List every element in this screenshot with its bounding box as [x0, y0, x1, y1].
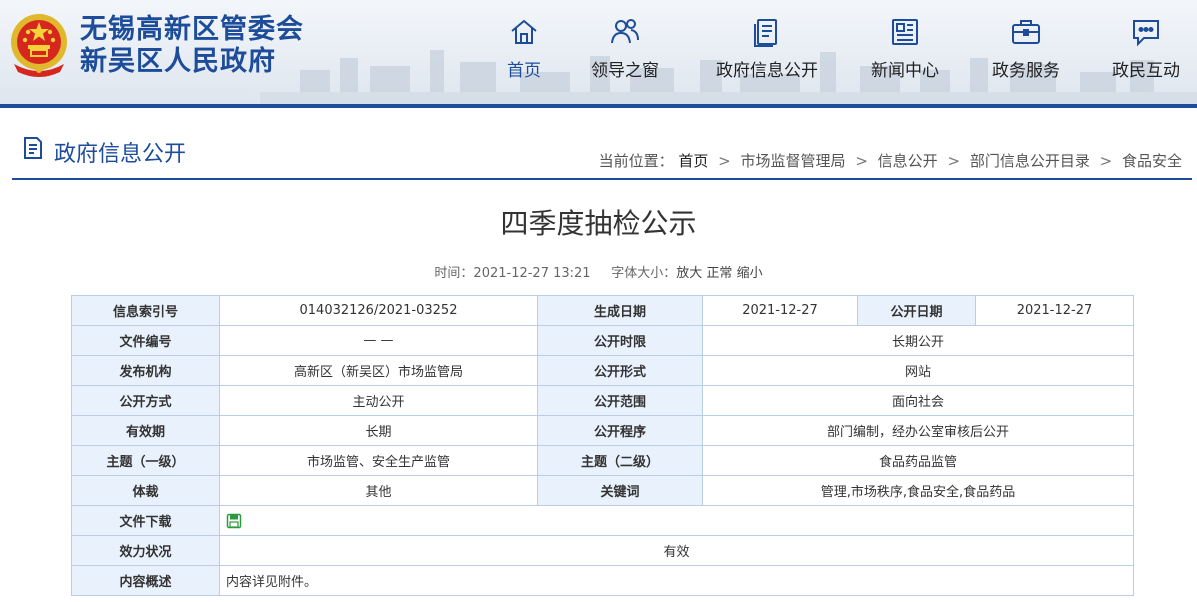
font-size-larger-button[interactable]: 放大: [676, 266, 702, 281]
breadcrumb-dept-catalog[interactable]: 部门信息公开目录: [970, 152, 1090, 170]
table-label: 公开范围: [537, 385, 703, 416]
leaders-icon: [611, 19, 639, 44]
table-row: 体裁 其他 关键词 管理,市场秩序,食品安全,食品药品: [71, 475, 1134, 506]
chat-icon: [1133, 20, 1159, 47]
table-row: 有效期 长期 公开程序 部门编制，经办公室审核后公开: [71, 415, 1134, 446]
article-title: 四季度抽检公示: [500, 207, 697, 240]
nav-label-news: 新闻中心: [871, 61, 939, 81]
breadcrumb-market-regulation[interactable]: 市场监督管理局: [741, 152, 846, 170]
table-label: 文件编号: [71, 325, 220, 356]
save-file-icon[interactable]: [226, 513, 242, 529]
table-label: 生成日期: [537, 295, 703, 326]
table-row: 主题（一级） 市场监管、安全生产监管 主题（二级） 食品药品监管: [71, 445, 1134, 476]
breadcrumb-separator: >: [947, 152, 961, 170]
table-value: 部门编制，经办公室审核后公开: [702, 415, 1134, 446]
nav-label-services: 政务服务: [992, 61, 1060, 81]
table-row: 效力状况 有效: [71, 535, 1134, 566]
section-header: 政府信息公开 当前位置： 首页 > 市场监督管理局 > 信息公开 > 部门信息公…: [12, 128, 1192, 180]
newspaper-icon: [892, 19, 918, 45]
breadcrumb-home[interactable]: 首页: [678, 152, 708, 170]
logo-line-2: 新吴区人民政府: [80, 46, 276, 77]
table-value: 管理,市场秩序,食品安全,食品药品: [702, 475, 1134, 506]
info-table: 信息索引号 014032126/2021-03252 生成日期 2021-12-…: [71, 295, 1134, 596]
site-logo[interactable]: 无锡高新区管委会 新吴区人民政府: [80, 14, 304, 78]
table-label: 关键词: [537, 475, 703, 506]
site-header: 无锡高新区管委会 新吴区人民政府 首页 领导之窗 政府信息公开 新闻中心 政务服…: [0, 0, 1197, 104]
nav-item-interaction[interactable]: 政民互动: [1086, 0, 1197, 104]
table-value: 食品药品监管: [702, 445, 1134, 476]
breadcrumb-separator: >: [855, 152, 868, 170]
table-label: 效力状况: [71, 535, 220, 566]
table-value: 高新区（新吴区）市场监管局: [219, 355, 538, 386]
document-list-icon: [754, 19, 777, 47]
table-row: 文件编号 — — 公开时限 长期公开: [71, 325, 1134, 356]
home-icon: [511, 19, 537, 44]
publish-time: 2021-12-27 13:21: [473, 266, 591, 281]
table-value: 长期公开: [702, 325, 1134, 356]
table-value: 网站: [702, 355, 1134, 386]
header-divider: [0, 104, 1197, 108]
table-label: 公开方式: [71, 385, 220, 416]
table-label: 公开日期: [857, 295, 976, 326]
nav-label-home: 首页: [507, 61, 541, 81]
main-nav: 首页 领导之窗 政府信息公开 新闻中心 政务服务 政民互动: [488, 0, 1197, 104]
article-meta: 时间：2021-12-27 13:21 字体大小：放大 正常 缩小: [0, 262, 1197, 281]
nav-item-gov-info[interactable]: 政府信息公开: [690, 0, 844, 104]
table-value: 市场监管、安全生产监管: [219, 445, 538, 476]
nav-item-news[interactable]: 新闻中心: [844, 0, 966, 104]
table-label: 体裁: [71, 475, 220, 506]
table-value: 面向社会: [702, 385, 1134, 416]
font-size-normal-button[interactable]: 正常: [706, 266, 732, 281]
table-label: 文件下载: [71, 505, 220, 536]
document-icon: [24, 137, 42, 159]
table-row: 公开方式 主动公开 公开范围 面向社会: [71, 385, 1134, 416]
table-value: 有效: [219, 535, 1134, 566]
table-row: 发布机构 高新区（新吴区）市场监管局 公开形式 网站: [71, 355, 1134, 386]
table-label: 有效期: [71, 415, 220, 446]
font-size-label: 字体大小：: [611, 266, 677, 281]
table-value: 2021-12-27: [702, 295, 858, 326]
table-label: 公开程序: [537, 415, 703, 446]
nav-label-interaction: 政民互动: [1112, 61, 1180, 81]
table-row: 内容概述 内容详见附件。: [71, 565, 1134, 596]
table-value: 2021-12-27: [975, 295, 1134, 326]
breadcrumb-separator: >: [718, 152, 731, 170]
nav-label-leaders: 领导之窗: [591, 61, 659, 81]
breadcrumb-separator: >: [1099, 152, 1113, 170]
table-value: 内容详见附件。: [219, 565, 1134, 596]
table-value: — —: [219, 325, 538, 356]
font-size-smaller-button[interactable]: 缩小: [737, 266, 763, 281]
table-label: 发布机构: [71, 355, 220, 386]
table-row: 信息索引号 014032126/2021-03252 生成日期 2021-12-…: [71, 295, 1134, 326]
table-label: 主题（一级）: [71, 445, 220, 476]
table-label: 公开形式: [537, 355, 703, 386]
table-label: 主题（二级）: [537, 445, 703, 476]
breadcrumb: 当前位置： 首页 > 市场监督管理局 > 信息公开 > 部门信息公开目录 > 食…: [599, 150, 1182, 171]
table-label: 内容概述: [71, 565, 220, 596]
nav-item-leaders[interactable]: 领导之窗: [560, 0, 690, 104]
logo-line-1: 无锡高新区管委会: [80, 14, 304, 45]
breadcrumb-prefix: 当前位置：: [598, 152, 674, 170]
table-value: 长期: [219, 415, 538, 446]
breadcrumb-food-safety[interactable]: 食品安全: [1122, 152, 1182, 170]
time-label: 时间：: [434, 266, 474, 281]
nav-item-services[interactable]: 政务服务: [966, 0, 1086, 104]
download-cell: [219, 505, 1134, 536]
breadcrumb-info-disclosure[interactable]: 信息公开: [878, 152, 938, 170]
nav-item-home[interactable]: 首页: [488, 0, 560, 104]
table-value: 014032126/2021-03252: [219, 295, 538, 326]
briefcase-icon: [1012, 20, 1040, 44]
table-label: 信息索引号: [71, 295, 220, 326]
table-row: 文件下载: [71, 505, 1134, 536]
national-emblem-icon[interactable]: [8, 12, 70, 78]
table-label: 公开时限: [537, 325, 703, 356]
table-value: 主动公开: [219, 385, 538, 416]
section-title: 政府信息公开: [54, 142, 187, 167]
nav-label-gov-info: 政府信息公开: [716, 61, 818, 81]
table-value: 其他: [219, 475, 538, 506]
